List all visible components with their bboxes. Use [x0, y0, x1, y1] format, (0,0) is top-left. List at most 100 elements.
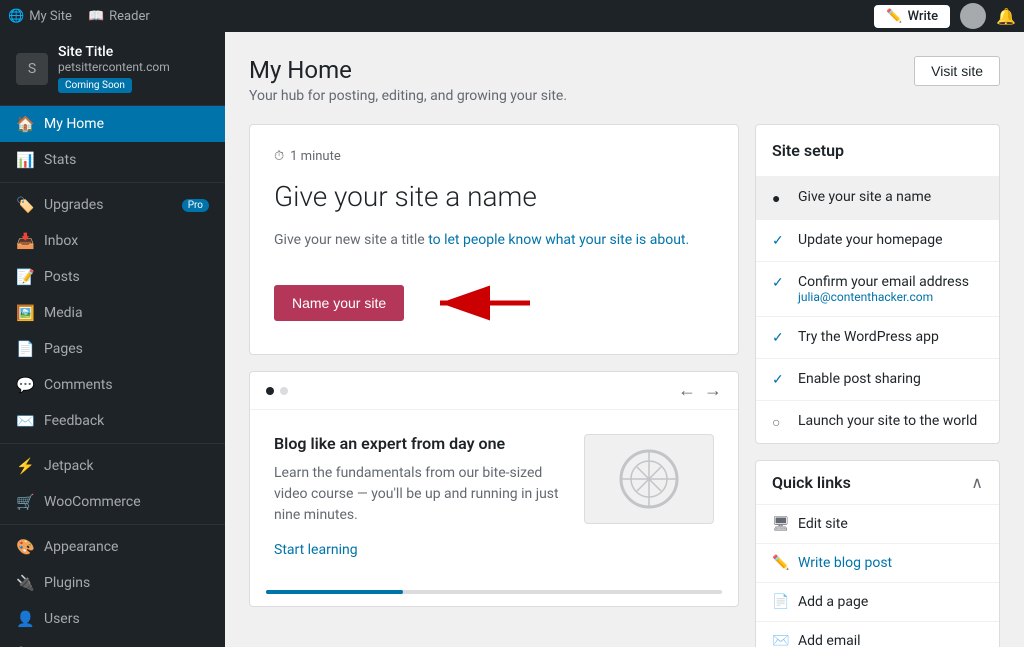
check-icon-2: ✓	[772, 275, 788, 291]
sidebar-item-inbox[interactable]: 📥 Inbox	[0, 223, 225, 259]
edit-icon: ✏️	[772, 555, 788, 571]
name-your-site-button[interactable]: Name your site	[274, 285, 404, 321]
link-text[interactable]: to let people know what your site is abo…	[428, 232, 689, 248]
sidebar-item-tools[interactable]: 🔧 Tools	[0, 637, 225, 647]
site-info: S Site Title petsittercontent.com Coming…	[0, 32, 225, 106]
setup-item-update-homepage[interactable]: ✓ Update your homepage	[756, 220, 999, 262]
topbar-left: 🌐 My Site 📖 Reader	[8, 9, 150, 24]
bullet-icon: ●	[772, 190, 788, 207]
pencil-icon: ✏️	[886, 9, 902, 24]
time-indicator: ⏱ 1 minute	[274, 149, 714, 164]
setup-item-launch-site[interactable]: ○ Launch your site to the world	[756, 401, 999, 443]
coming-soon-badge: Coming Soon	[58, 78, 132, 93]
collapse-quick-links-button[interactable]: ∧	[971, 473, 983, 492]
sidebar-item-pages[interactable]: 📄 Pages	[0, 331, 225, 367]
card-navigation: ← →	[250, 372, 738, 410]
blog-card-inner: Blog like an expert from day one Learn t…	[250, 410, 738, 582]
prev-arrow-button[interactable]: ←	[678, 380, 696, 401]
give-site-name-card: ⏱ 1 minute Give your site a name Give yo…	[249, 124, 739, 355]
setup-item-label: Give your site a name	[798, 189, 931, 205]
left-column: ⏱ 1 minute Give your site a name Give yo…	[249, 124, 739, 647]
stats-icon: 📊	[16, 151, 34, 169]
topbar-reader[interactable]: 📖 Reader	[88, 9, 150, 24]
sidebar-item-plugins[interactable]: 🔌 Plugins	[0, 565, 225, 601]
quick-link-add-email[interactable]: ✉️ Add email	[756, 622, 999, 647]
check-icon-1: ✓	[772, 233, 788, 249]
setup-item-confirm-email[interactable]: ✓ Confirm your email address julia@conte…	[756, 262, 999, 317]
sidebar-item-users[interactable]: 👤 Users	[0, 601, 225, 637]
comments-icon: 💬	[16, 376, 34, 394]
arrow-svg	[420, 275, 540, 330]
main-layout: S Site Title petsittercontent.com Coming…	[0, 32, 1024, 647]
setup-item-label-confirm-email: Confirm your email address	[798, 274, 969, 290]
progress-bar	[266, 590, 722, 594]
page-subtitle: Your hub for posting, editing, and growi…	[249, 88, 567, 104]
blog-card: ← → Blog like an expert from day one Lea…	[249, 371, 739, 607]
blog-card-image	[584, 434, 714, 524]
setup-item-label-launch: Launch your site to the world	[798, 413, 977, 429]
progress-fill	[266, 590, 403, 594]
start-learning-link[interactable]: Start learning	[274, 542, 358, 558]
setup-item-try-wp-app[interactable]: ✓ Try the WordPress app	[756, 317, 999, 359]
page-icon: 📄	[772, 594, 788, 610]
sidebar-item-jetpack[interactable]: ⚡ Jetpack	[0, 448, 225, 484]
notifications-icon[interactable]: 🔔	[996, 7, 1016, 26]
my-site-icon: 🌐	[8, 9, 24, 24]
site-url: petsittercontent.com	[58, 60, 170, 74]
right-panel: Site setup ● Give your site a name ✓ Upd…	[755, 124, 1000, 647]
sidebar: S Site Title petsittercontent.com Coming…	[0, 32, 225, 647]
sidebar-item-feedback[interactable]: ✉️ Feedback	[0, 403, 225, 439]
write-button[interactable]: ✏️ Write	[874, 5, 950, 28]
email-icon: ✉️	[772, 633, 788, 647]
sidebar-item-stats[interactable]: 📊 Stats	[0, 142, 225, 178]
avatar[interactable]	[960, 3, 986, 29]
appearance-icon: 🎨	[16, 538, 34, 556]
setup-item-give-name[interactable]: ● Give your site a name	[756, 177, 999, 220]
topbar-right: ✏️ Write 🔔	[874, 3, 1016, 29]
quick-links-header: Quick links ∧	[756, 461, 999, 505]
two-col-layout: ⏱ 1 minute Give your site a name Give yo…	[249, 124, 1000, 647]
dot-inactive	[280, 387, 288, 395]
sidebar-nav: 🏠 My Home 📊 Stats 🏷️ Upgrades Pro 📥 Inbo…	[0, 106, 225, 647]
sidebar-item-my-home[interactable]: 🏠 My Home	[0, 106, 225, 142]
card-description: Give your new site a title to let people…	[274, 229, 714, 251]
next-arrow-button[interactable]: →	[704, 380, 722, 401]
card-dots	[266, 387, 288, 395]
content-area: My Home Your hub for posting, editing, a…	[225, 32, 1024, 647]
card-arrows: ← →	[678, 380, 722, 401]
site-setup-title: Site setup	[756, 125, 999, 177]
my-site-label: My Site	[29, 9, 72, 24]
card-title: Give your site a name	[274, 180, 714, 213]
sidebar-item-comments[interactable]: 💬 Comments	[0, 367, 225, 403]
setup-item-sublabel-email: julia@contenthacker.com	[798, 290, 969, 304]
sidebar-item-woocommerce[interactable]: 🛒 WooCommerce	[0, 484, 225, 520]
topbar: 🌐 My Site 📖 Reader ✏️ Write 🔔	[0, 0, 1024, 32]
jetpack-icon: ⚡	[16, 457, 34, 475]
quick-link-add-page[interactable]: 📄 Add a page	[756, 583, 999, 622]
nav-divider-1	[0, 182, 225, 183]
topbar-my-site[interactable]: 🌐 My Site	[8, 9, 72, 24]
quick-links-card: Quick links ∧ 🖥 Edit site ✏️ Write blog …	[755, 460, 1000, 647]
pro-badge: Pro	[182, 199, 209, 212]
setup-item-enable-sharing[interactable]: ✓ Enable post sharing	[756, 359, 999, 401]
upgrades-icon: 🏷️	[16, 196, 34, 214]
plugins-icon: 🔌	[16, 574, 34, 592]
sidebar-item-media[interactable]: 🖼️ Media	[0, 295, 225, 331]
sidebar-item-appearance[interactable]: 🎨 Appearance	[0, 529, 225, 565]
posts-icon: 📝	[16, 268, 34, 286]
blog-card-description: Learn the fundamentals from our bite-siz…	[274, 463, 568, 526]
sidebar-item-posts[interactable]: 📝 Posts	[0, 259, 225, 295]
setup-item-label-sharing: Enable post sharing	[798, 371, 921, 387]
quick-link-label-edit-site: Edit site	[798, 516, 848, 532]
quick-link-label-add-email: Add email	[798, 633, 861, 647]
quick-link-write-blog[interactable]: ✏️ Write blog post	[756, 544, 999, 583]
progress-bar-container	[250, 582, 738, 606]
reader-icon: 📖	[88, 9, 104, 24]
sidebar-item-upgrades[interactable]: 🏷️ Upgrades Pro	[0, 187, 225, 223]
page-title: My Home	[249, 56, 567, 84]
media-icon: 🖼️	[16, 304, 34, 322]
quick-link-edit-site[interactable]: 🖥 Edit site	[756, 505, 999, 544]
visit-site-button[interactable]: Visit site	[914, 56, 1000, 86]
page-header: My Home Your hub for posting, editing, a…	[249, 56, 1000, 104]
site-setup-card: Site setup ● Give your site a name ✓ Upd…	[755, 124, 1000, 444]
